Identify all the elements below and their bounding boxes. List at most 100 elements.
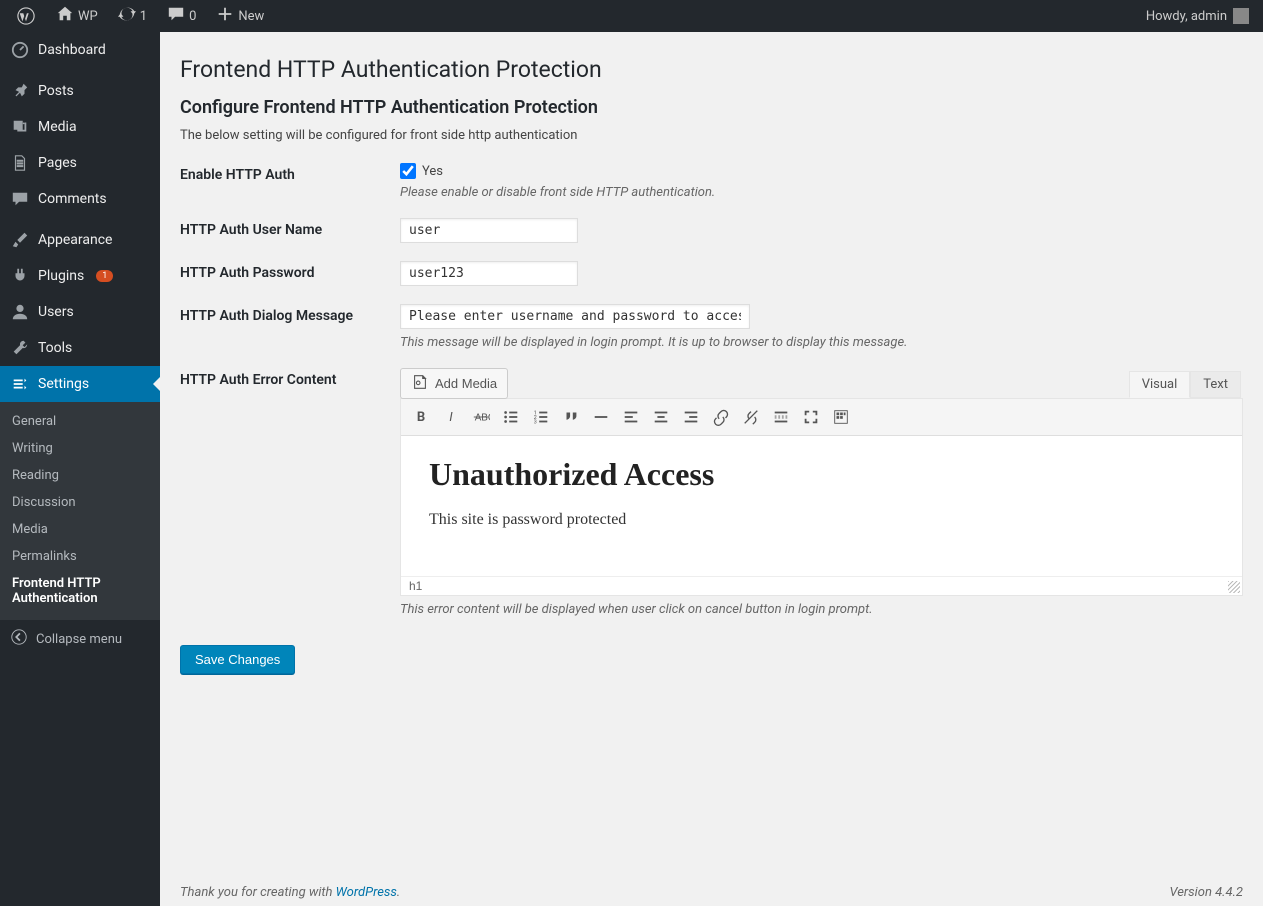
error-content-label: HTTP Auth Error Content [180,368,400,388]
numbered-list-button[interactable]: 123 [527,403,555,431]
comments-link[interactable]: 0 [159,5,204,27]
editor-toolbar: B I ABC 123 [401,399,1242,436]
page-title: Frontend HTTP Authentication Protection [180,56,1243,83]
password-label: HTTP Auth Password [180,261,400,281]
tab-text[interactable]: Text [1190,371,1241,398]
new-content-link[interactable]: New [208,5,272,27]
menu-label: Users [38,304,74,320]
editor-content[interactable]: Unauthorized Access This site is passwor… [401,436,1242,576]
menu-plugins[interactable]: Plugins 1 [0,258,160,294]
bold-button[interactable]: B [407,403,435,431]
avatar [1233,8,1249,24]
enable-yes-text: Yes [422,164,443,179]
plug-icon [10,266,30,286]
media-icon [411,373,429,394]
editor-resize-handle[interactable] [1228,581,1240,593]
italic-button[interactable]: I [437,403,465,431]
username-label: HTTP Auth User Name [180,218,400,238]
align-right-button[interactable] [677,403,705,431]
plus-icon [216,5,234,27]
settings-icon [10,374,30,394]
menu-label: Pages [38,155,77,171]
media-icon [10,117,30,137]
site-name-text: WP [78,9,98,24]
admin-sidebar: Dashboard Posts Media Pages Comments App… [0,32,160,906]
section-description: The below setting will be configured for… [180,128,1243,143]
collapse-label: Collapse menu [36,632,122,647]
topbar-left: WP 1 0 New [8,5,272,27]
section-heading: Configure Frontend HTTP Authentication P… [180,97,1243,118]
unlink-button[interactable] [737,403,765,431]
dashboard-icon [10,40,30,60]
strikethrough-button[interactable]: ABC [467,403,495,431]
add-media-label: Add Media [435,376,497,391]
submenu-frontend-http-auth[interactable]: Frontend HTTP Authentication [0,570,160,612]
menu-dashboard[interactable]: Dashboard [0,32,160,68]
collapse-menu-button[interactable]: Collapse menu [0,620,160,658]
menu-appearance[interactable]: Appearance [0,222,160,258]
menu-pages[interactable]: Pages [0,145,160,181]
site-name-link[interactable]: WP [48,5,106,27]
submenu-discussion[interactable]: Discussion [0,489,160,516]
submenu-writing[interactable]: Writing [0,435,160,462]
menu-tools[interactable]: Tools [0,330,160,366]
submenu-general[interactable]: General [0,408,160,435]
menu-label: Comments [38,191,107,207]
admin-topbar: WP 1 0 New Howdy, admin [0,0,1263,32]
align-left-button[interactable] [617,403,645,431]
toolbar-toggle-button[interactable] [827,403,855,431]
bullet-list-button[interactable] [497,403,525,431]
editor-path: h1 [409,579,422,593]
comment-icon [167,5,185,27]
username-input[interactable] [400,218,578,243]
home-icon [56,5,74,27]
enable-checkbox-wrap[interactable]: Yes [400,163,1243,179]
topbar-account[interactable]: Howdy, admin [1146,8,1255,24]
menu-label: Plugins [38,268,84,284]
brush-icon [10,230,30,250]
more-button[interactable] [767,403,795,431]
menu-label: Tools [38,340,72,356]
menu-users[interactable]: Users [0,294,160,330]
menu-posts[interactable]: Posts [0,73,160,109]
blockquote-button[interactable] [557,403,585,431]
hr-button[interactable] [587,403,615,431]
align-center-button[interactable] [647,403,675,431]
refresh-icon [118,5,136,27]
wordpress-link[interactable]: WordPress [336,885,397,900]
save-button[interactable]: Save Changes [180,645,295,674]
wrench-icon [10,338,30,358]
submenu-reading[interactable]: Reading [0,462,160,489]
link-button[interactable] [707,403,735,431]
dialog-message-input[interactable] [400,304,750,329]
wordpress-logo-icon [16,6,36,26]
wp-logo-menu[interactable] [8,6,44,26]
menu-label: Media [38,119,77,135]
menu-media[interactable]: Media [0,109,160,145]
submenu-media[interactable]: Media [0,516,160,543]
update-badge: 1 [96,270,113,282]
menu-label: Appearance [38,232,112,248]
rich-text-editor: B I ABC 123 [400,398,1243,596]
user-icon [10,302,30,322]
enable-help: Please enable or disable front side HTTP… [400,185,1243,200]
main-content: Frontend HTTP Authentication Protection … [160,32,1263,906]
howdy-text: Howdy, admin [1146,9,1227,24]
collapse-icon [10,628,28,650]
comment-icon [10,189,30,209]
tab-visual[interactable]: Visual [1129,371,1191,398]
fullscreen-button[interactable] [797,403,825,431]
menu-label: Settings [38,376,89,392]
submenu-permalinks[interactable]: Permalinks [0,543,160,570]
add-media-button[interactable]: Add Media [400,368,508,399]
menu-label: Posts [38,83,74,99]
menu-comments[interactable]: Comments [0,181,160,217]
menu-settings[interactable]: Settings [0,366,160,402]
password-input[interactable] [400,261,578,286]
enable-checkbox[interactable] [400,163,416,179]
error-content-help: This error content will be displayed whe… [400,602,1243,617]
error-heading: Unauthorized Access [429,456,1214,493]
updates-link[interactable]: 1 [110,5,155,27]
dialog-message-help: This message will be displayed in login … [400,335,1243,350]
footer-thanks: Thank you for creating with WordPress. [180,885,400,900]
